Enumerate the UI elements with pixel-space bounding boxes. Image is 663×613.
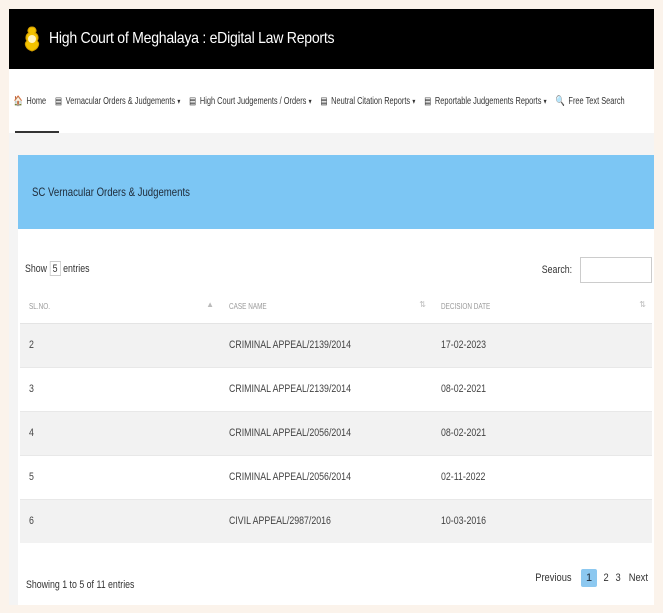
nav-item-label: High Court Judgements / Orders xyxy=(199,95,307,107)
table-controls: Show 5 entries Search: xyxy=(18,257,654,283)
list-icon: ▤ xyxy=(54,95,62,107)
table-row[interactable]: 6 CIVIL APPEAL/2987/2016 10-03-2016 xyxy=(20,498,652,543)
title-bar: High Court of Meghalaya : eDigital Law R… xyxy=(9,9,654,69)
caret-down-icon: ▾ xyxy=(412,96,416,106)
nav-item-vernacular-orders-judgements[interactable]: ▤ Vernacular Orders & Judgements ▾ xyxy=(55,96,180,107)
home-icon: 🏠 xyxy=(13,95,23,107)
app-frame: High Court of Meghalaya : eDigital Law R… xyxy=(9,9,654,605)
search-control: Search: xyxy=(538,257,652,283)
page-button-1[interactable]: 1 xyxy=(581,569,598,587)
cell-sl-no: 3 xyxy=(20,366,220,411)
sort-icon: ▲ xyxy=(206,300,214,309)
show-suffix-label: entries xyxy=(63,262,90,275)
nav-item-label: Home xyxy=(26,95,47,107)
search-icon: 🔍 xyxy=(555,95,565,107)
cell-sl-no: 5 xyxy=(20,454,220,499)
cell-case-name: CRIMINAL APPEAL/2139/2014 xyxy=(220,366,432,411)
app-title: High Court of Meghalaya : eDigital Law R… xyxy=(49,30,335,47)
nav-item-label: Reportable Judgements Reports xyxy=(434,95,542,107)
nav-item-reportable-judgements-reports[interactable]: ▤ Reportable Judgements Reports ▾ xyxy=(424,96,546,107)
table-row[interactable]: 3 CRIMINAL APPEAL/2139/2014 08-02-2021 xyxy=(20,366,652,411)
next-page-button[interactable]: Next xyxy=(629,572,648,584)
panel-body: Show 5 entries Search: SL.NO. ▲ CASE NAME… xyxy=(18,229,654,605)
cell-decision-date: 08-02-2021 xyxy=(432,410,652,455)
show-prefix-label: Show xyxy=(25,262,48,275)
cell-sl-no: 6 xyxy=(20,498,220,543)
cell-decision-date: 08-02-2021 xyxy=(432,366,652,411)
table-row[interactable]: 5 CRIMINAL APPEAL/2056/2014 02-11-2022 xyxy=(20,454,652,499)
page-button-2[interactable]: 2 xyxy=(604,572,609,584)
cell-decision-date: 17-02-2023 xyxy=(432,322,652,367)
judgements-table: SL.NO. ▲ CASE NAME ⇅ DECISION DATE ⇅ 2 CRIMI… xyxy=(20,291,652,543)
previous-page-button[interactable]: Previous xyxy=(535,572,571,584)
table-row[interactable]: 4 CRIMINAL APPEAL/2056/2014 08-02-2021 xyxy=(20,410,652,455)
page-button-3[interactable]: 3 xyxy=(616,572,621,584)
table-body: 2 CRIMINAL APPEAL/2139/2014 17-02-2023 3 CRI… xyxy=(20,322,652,543)
nav-item-neutral-citation-reports[interactable]: ▤ Neutral Citation Reports ▾ xyxy=(320,96,415,107)
main-navbar: 🏠 Home ▤ Vernacular Orders & Judgements ▾ ▤ Hi… xyxy=(9,69,654,133)
cell-case-name: CRIMINAL APPEAL/2139/2014 xyxy=(220,322,432,367)
cell-decision-date: 02-11-2022 xyxy=(432,454,652,499)
caret-down-icon: ▾ xyxy=(308,96,312,106)
pagination: Previous 1 2 3 Next xyxy=(526,569,650,587)
court-emblem-icon xyxy=(24,26,40,52)
search-input[interactable] xyxy=(580,257,652,283)
nav-item-label: Neutral Citation Reports xyxy=(331,95,411,107)
list-icon: ▤ xyxy=(189,95,197,107)
caret-down-icon: ▾ xyxy=(543,96,547,106)
nav-item-label: Free Text Search xyxy=(568,95,625,107)
page-length-select[interactable]: 5 xyxy=(49,261,61,276)
panel-header: SC Vernacular Orders & Judgements xyxy=(18,155,654,229)
list-icon: ▤ xyxy=(424,95,432,107)
search-label: Search: xyxy=(541,264,573,276)
list-icon: ▤ xyxy=(320,95,328,107)
cell-sl-no: 2 xyxy=(20,322,220,367)
sort-icon: ⇅ xyxy=(419,300,426,309)
cell-case-name: CIVIL APPEAL/2987/2016 xyxy=(220,498,432,543)
nav-menu: 🏠 Home ▤ Vernacular Orders & Judgements ▾ ▤ Hi… xyxy=(9,69,624,133)
nav-item-home[interactable]: 🏠 Home xyxy=(13,96,46,107)
caret-down-icon: ▾ xyxy=(177,96,181,106)
sort-icon: ⇅ xyxy=(639,300,646,309)
cell-sl-no: 4 xyxy=(20,410,220,455)
column-header-case-name[interactable]: CASE NAME ⇅ xyxy=(220,291,432,324)
table-row[interactable]: 2 CRIMINAL APPEAL/2139/2014 17-02-2023 xyxy=(20,322,652,367)
table-header-row: SL.NO. ▲ CASE NAME ⇅ DECISION DATE ⇅ xyxy=(20,291,652,324)
column-header-sl-no[interactable]: SL.NO. ▲ xyxy=(20,291,220,324)
active-nav-indicator xyxy=(15,131,59,133)
cell-case-name: CRIMINAL APPEAL/2056/2014 xyxy=(220,410,432,455)
nav-item-label: Vernacular Orders & Judgements xyxy=(65,95,176,107)
nav-item-high-court-judgements-orders[interactable]: ▤ High Court Judgements / Orders ▾ xyxy=(189,96,311,107)
entries-info: Showing 1 to 5 of 11 entries xyxy=(26,579,135,591)
cell-case-name: CRIMINAL APPEAL/2056/2014 xyxy=(220,454,432,499)
column-header-decision-date[interactable]: DECISION DATE ⇅ xyxy=(432,291,652,324)
cell-decision-date: 10-03-2016 xyxy=(432,498,652,543)
page-length-control: Show 5 entries xyxy=(25,261,90,276)
panel-title: SC Vernacular Orders & Judgements xyxy=(32,185,190,199)
nav-item-free-text-search[interactable]: 🔍 Free Text Search xyxy=(556,96,625,107)
